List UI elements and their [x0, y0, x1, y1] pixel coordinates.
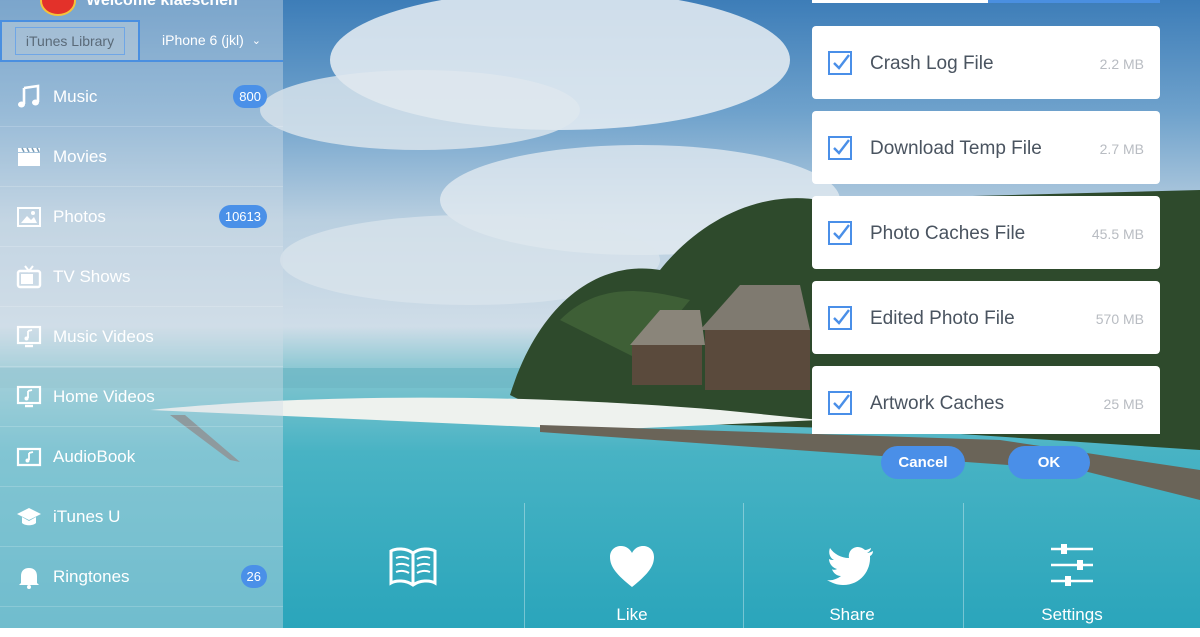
bell-icon: [19, 568, 39, 589]
bottom-item-like[interactable]: Like: [592, 543, 672, 625]
sidebar-item-label: Movies: [53, 146, 107, 166]
file-name: Crash Log File: [870, 53, 994, 74]
sidebar-item-label: Photos: [53, 206, 106, 226]
file-name: Artwork Caches: [870, 393, 1005, 414]
file-name: Photo Caches File: [870, 223, 1026, 244]
sidebar-item-itunes-u[interactable]: iTunes U: [0, 487, 283, 547]
checkbox-checked-icon[interactable]: [828, 221, 852, 245]
file-item-download-temp[interactable]: Download Temp File 2.7 MB: [812, 111, 1160, 184]
tab-device-label: iPhone 6 (jkl): [162, 32, 244, 48]
checkbox-checked-icon[interactable]: [828, 51, 852, 75]
bottom-item-label: Settings: [1041, 605, 1103, 624]
film-clapper-icon: [18, 147, 40, 166]
sidebar-item-label: Ringtones: [53, 566, 130, 586]
file-item-photo-caches[interactable]: Photo Caches File 45.5 MB: [812, 196, 1160, 269]
sidebar-item-label: Music Videos: [53, 326, 154, 346]
sidebar-item-label: Home Videos: [53, 386, 155, 406]
file-size: 2.7 MB: [1099, 141, 1144, 157]
sidebar-item-tv-shows[interactable]: TV Shows: [0, 247, 283, 307]
avatar[interactable]: [40, 0, 76, 16]
sidebar-item-audiobook[interactable]: AudioBook: [0, 427, 283, 487]
file-item-crash-log[interactable]: Crash Log File 2.2 MB: [812, 26, 1160, 99]
tv-icon: [16, 265, 42, 289]
bottom-item-settings[interactable]: Settings: [1032, 543, 1112, 625]
checkbox-checked-icon[interactable]: [828, 391, 852, 415]
checkbox-checked-icon[interactable]: [828, 136, 852, 160]
sidebar-item-label: Music: [53, 86, 98, 106]
cancel-button[interactable]: Cancel: [881, 446, 965, 479]
count-badge: 800: [233, 85, 267, 108]
count-badge: 10613: [218, 205, 267, 228]
count-badge: 26: [240, 565, 267, 588]
sidebar-item-movies[interactable]: Movies: [0, 127, 283, 187]
file-name: Download Temp File: [870, 138, 1042, 159]
tab-itunes-library[interactable]: iTunes Library: [0, 20, 140, 62]
file-size: 570 MB: [1095, 311, 1144, 327]
file-name: Edited Photo File: [870, 308, 1015, 329]
bottom-item-label: Like: [616, 605, 648, 624]
bottom-item-label: Share: [829, 605, 875, 624]
file-size: 25 MB: [1103, 396, 1144, 412]
sidebar-item-label: TV Shows: [53, 266, 131, 286]
file-item-edited-photo[interactable]: Edited Photo File 570 MB: [812, 281, 1160, 354]
chevron-down-icon: ⌄: [251, 34, 261, 47]
photo-icon: [17, 207, 41, 227]
sidebar-item-music[interactable]: Music 800: [0, 67, 283, 127]
sidebar-item-label: iTunes U: [53, 506, 121, 526]
sidebar-item-music-videos[interactable]: Music Videos: [0, 307, 283, 367]
sidebar-nav: Music 800 Movies Photos 10613 TV Shows M…: [0, 67, 283, 637]
sidebar-item-partial[interactable]: [0, 607, 283, 637]
bottom-item-share[interactable]: Share: [812, 543, 892, 625]
home-video-icon: [16, 385, 42, 408]
sidebar-item-home-videos[interactable]: Home Videos: [0, 367, 283, 427]
tab-itunes-library-label: iTunes Library: [14, 27, 126, 55]
welcome-text: Welcome klaeschen: [86, 0, 238, 9]
bottom-item-book[interactable]: [373, 543, 453, 605]
book-icon: [389, 547, 437, 587]
dialog-top-bar: [812, 0, 1160, 3]
music-video-icon: [16, 325, 42, 348]
welcome-header: Welcome klaeschen: [40, 0, 238, 16]
sidebar: Welcome klaeschen iTunes Library iPhone …: [0, 0, 283, 628]
checkbox-checked-icon[interactable]: [828, 306, 852, 330]
graduation-cap-icon: [17, 508, 41, 526]
heart-icon: [610, 546, 654, 587]
source-tabs: iTunes Library iPhone 6 (jkl) ⌄: [0, 20, 283, 62]
file-size: 2.2 MB: [1099, 56, 1144, 72]
file-item-artwork-caches[interactable]: Artwork Caches 25 MB: [812, 366, 1160, 434]
audiobook-icon: [16, 447, 42, 467]
ok-button[interactable]: OK: [1008, 446, 1090, 479]
tab-device-selector[interactable]: iPhone 6 (jkl) ⌄: [140, 20, 283, 62]
file-size: 45.5 MB: [1091, 226, 1144, 242]
sliders-icon: [1051, 544, 1093, 586]
sidebar-item-label: AudioBook: [53, 446, 136, 466]
music-note-icon: [18, 84, 40, 108]
sidebar-item-photos[interactable]: Photos 10613: [0, 187, 283, 247]
bottom-action-bar: Like Share Settings: [305, 503, 1200, 628]
twitter-bird-icon: [827, 547, 873, 585]
sidebar-item-ringtones[interactable]: Ringtones 26: [0, 547, 283, 607]
